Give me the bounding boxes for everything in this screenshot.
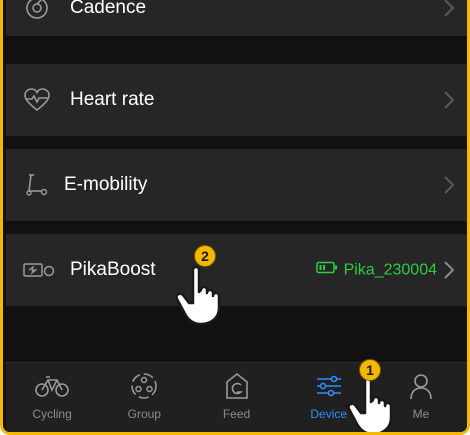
device-row-cadence[interactable]: Cadence <box>6 0 467 36</box>
pointing-hand-icon <box>343 372 409 432</box>
device-row-label: E-mobility <box>64 174 148 195</box>
tab-label: Device <box>310 407 348 421</box>
device-id-text: Pika_230004 <box>343 261 437 278</box>
pikaboost-device-icon <box>22 255 56 285</box>
tab-feed[interactable]: Feed <box>190 363 282 432</box>
device-row-heart-rate[interactable]: Heart rate <box>6 64 467 136</box>
person-icon <box>404 369 438 403</box>
device-row-e-mobility[interactable]: E-mobility <box>6 149 467 221</box>
chevron-right-icon <box>441 259 457 281</box>
tab-label: Me <box>412 407 430 421</box>
step-badge-2: 2 <box>194 245 216 267</box>
device-row-label: Heart rate <box>70 89 155 110</box>
tab-group[interactable]: Group <box>98 363 190 432</box>
device-row-label: PikaBoost <box>70 259 156 280</box>
feed-icon <box>220 369 254 403</box>
scooter-icon <box>22 170 52 200</box>
device-screen: Cadence Heart rate E-mobility PikaBoost … <box>6 0 467 432</box>
device-row-label: Cadence <box>70 0 147 18</box>
bicycle-icon <box>35 369 69 403</box>
cadence-icon <box>22 0 52 23</box>
chevron-right-icon <box>441 89 457 111</box>
battery-icon <box>315 261 338 280</box>
chevron-right-icon <box>441 174 457 196</box>
tab-cycling[interactable]: Cycling <box>6 363 98 432</box>
heart-rate-icon <box>22 85 52 115</box>
device-icon <box>312 369 346 403</box>
tab-label: Group <box>127 407 161 421</box>
tab-label: Cycling <box>32 407 72 421</box>
phone-frame: Cadence Heart rate E-mobility PikaBoost … <box>0 0 470 435</box>
chevron-right-icon <box>441 0 457 19</box>
step-badge-1: 1 <box>359 359 381 381</box>
group-icon <box>127 369 161 403</box>
connection-status: Pika_230004 <box>315 261 437 280</box>
tab-label: Feed <box>222 407 251 421</box>
pointing-hand-icon <box>171 262 237 333</box>
